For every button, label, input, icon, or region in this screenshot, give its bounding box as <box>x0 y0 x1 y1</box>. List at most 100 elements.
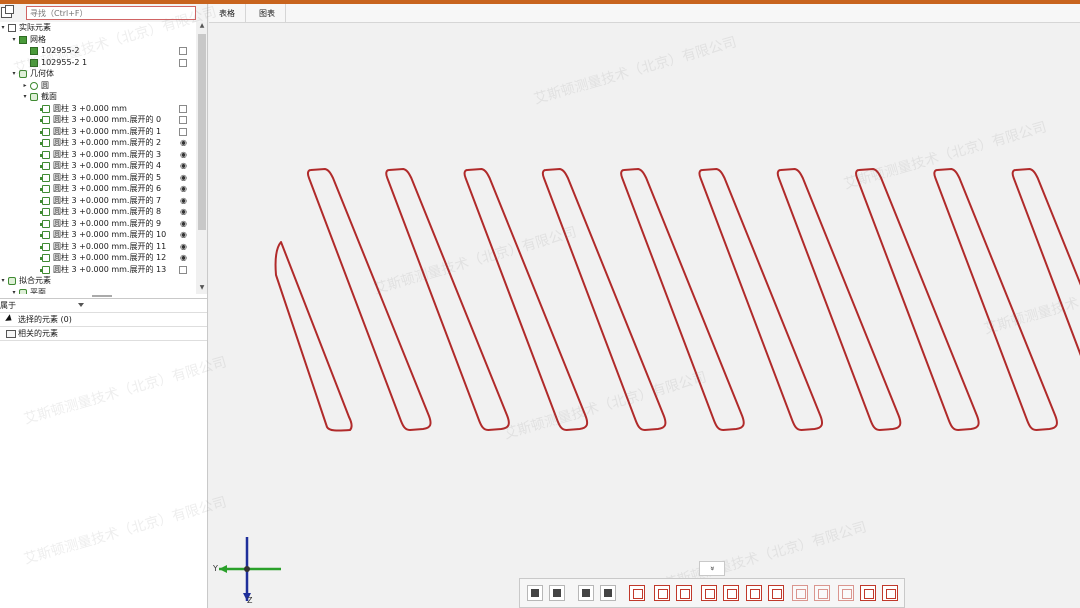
eye-icon[interactable]: ◉ <box>179 172 188 183</box>
fit-icon[interactable] <box>792 585 808 601</box>
tree-item[interactable]: 圆柱 3 +0.000 mm.展开的 12 ◉ <box>0 252 196 264</box>
splitter-handle[interactable] <box>92 295 112 297</box>
tree-item[interactable]: 圆柱 3 +0.000 mm.展开的 13 <box>0 264 196 276</box>
expand-arrow-icon[interactable]: ▾ <box>11 287 17 295</box>
visibility-checkbox[interactable] <box>179 58 187 67</box>
view-icon[interactable] <box>527 585 543 601</box>
tree-item[interactable]: 102955-2 1 <box>0 57 196 69</box>
tree-item[interactable]: 圆柱 3 +0.000 mm.展开的 8 ◉ <box>0 206 196 218</box>
tree-item[interactable]: 圆柱 3 +0.000 mm.展开的 1 <box>0 126 196 138</box>
tree-item-label: 平面 <box>30 287 46 295</box>
3d-viewport[interactable]: Y Z <box>209 23 1080 608</box>
expand-arrow-icon[interactable]: ▾ <box>0 22 6 34</box>
tree-item-label: 圆柱 3 +0.000 mm.展开的 5 <box>53 172 162 182</box>
tree-item[interactable]: 102955-2 <box>0 45 196 57</box>
tree-item[interactable]: ▾ 网格 <box>0 34 196 46</box>
expand-toolbar-button[interactable]: » <box>699 561 725 576</box>
eye-icon[interactable]: ◉ <box>179 229 188 240</box>
section-strip <box>620 168 745 431</box>
view-toolbar <box>519 578 905 608</box>
visibility-checkbox[interactable] <box>179 104 187 113</box>
tree-item-label: 网格 <box>30 34 46 44</box>
expand-arrow-icon[interactable]: ▾ <box>11 68 17 80</box>
geo-icon <box>19 288 27 294</box>
search-input[interactable] <box>26 6 196 20</box>
tab-chart[interactable]: 图表 <box>249 4 286 23</box>
tree-item[interactable]: ▾ 几何体 <box>0 68 196 80</box>
settings-icon[interactable] <box>882 585 898 601</box>
expand-arrow-icon[interactable]: ▾ <box>22 91 28 103</box>
related-icon <box>6 330 16 338</box>
tree-item-label: 圆柱 3 +0.000 mm.展开的 2 <box>53 138 162 147</box>
eye-icon[interactable]: ◉ <box>179 137 188 148</box>
collapse-arrow-icon[interactable]: ▸ <box>22 80 28 92</box>
eye-icon[interactable]: ◉ <box>179 160 188 171</box>
tree-item[interactable]: 圆柱 3 +0.000 mm.展开的 2 ◉ <box>0 137 196 149</box>
scroll-up-icon[interactable]: ▲ <box>196 22 207 32</box>
section-strip <box>933 168 1058 431</box>
eye-icon[interactable]: ◉ <box>179 149 188 160</box>
tab-table[interactable]: 表格 <box>209 4 246 23</box>
cyl-icon <box>40 208 50 216</box>
cursor-icon <box>5 314 14 324</box>
tree-item[interactable]: 圆柱 3 +0.000 mm.展开的 6 ◉ <box>0 183 196 195</box>
selected-elements-row[interactable]: 选择的元素 (0) <box>0 313 207 327</box>
tree-item[interactable]: 圆柱 3 +0.000 mm.展开的 4 ◉ <box>0 160 196 172</box>
visibility-checkbox[interactable] <box>179 265 187 274</box>
section-strip <box>776 168 902 431</box>
tree-item-label: 圆柱 3 +0.000 mm.展开的 4 <box>53 161 162 170</box>
tree-item[interactable]: ▸ 圆 <box>0 80 196 92</box>
tree-item-label: 几何体 <box>30 69 54 78</box>
tree-item[interactable]: ▾ 实际元素 <box>0 22 196 34</box>
visibility-checkbox[interactable] <box>179 127 187 136</box>
compare-icon[interactable] <box>600 585 616 601</box>
related-elements-row[interactable]: 相关的元素 <box>0 327 207 341</box>
tree-scrollbar[interactable]: ▲ ▼ <box>196 22 207 294</box>
window-icon[interactable] <box>1 5 14 18</box>
tree-item[interactable]: 圆柱 3 +0.000 mm.展开的 5 ◉ <box>0 172 196 184</box>
tree-item[interactable]: ▾ 拟合元素 <box>0 275 196 287</box>
select-icon[interactable] <box>578 585 594 601</box>
eye-icon[interactable]: ◉ <box>179 206 188 217</box>
tree-item[interactable]: 圆柱 3 +0.000 mm.展开的 7 ◉ <box>0 195 196 207</box>
zoom-icon[interactable] <box>814 585 830 601</box>
tree-item[interactable]: 圆柱 3 +0.000 mm.展开的 3 ◉ <box>0 149 196 161</box>
tree-item[interactable]: 圆柱 3 +0.000 mm <box>0 103 196 115</box>
gauge-icon[interactable] <box>654 585 670 601</box>
point-icon[interactable] <box>629 585 645 601</box>
related-elements-label: 相关的元素 <box>18 329 58 338</box>
link-icon[interactable] <box>768 585 784 601</box>
tree-item[interactable]: 圆柱 3 +0.000 mm.展开的 10 ◉ <box>0 229 196 241</box>
angle-icon[interactable] <box>746 585 762 601</box>
visibility-checkbox[interactable] <box>179 116 187 124</box>
align-icon[interactable] <box>676 585 692 601</box>
eye-icon[interactable]: ◉ <box>179 241 188 252</box>
tree-item[interactable]: 圆柱 3 +0.000 mm.展开的 0 <box>0 114 196 126</box>
cyl-icon <box>40 116 50 124</box>
tree-item-label: 圆柱 3 +0.000 mm.展开的 12 <box>53 253 167 262</box>
tree-item[interactable]: ▾ 截面 <box>0 91 196 103</box>
scroll-thumb[interactable] <box>198 34 206 230</box>
visibility-checkbox[interactable] <box>179 47 187 55</box>
frame-icon[interactable] <box>701 585 717 601</box>
scroll-down-icon[interactable]: ▼ <box>196 284 207 294</box>
tree-item[interactable]: 圆柱 3 +0.000 mm.展开的 9 ◉ <box>0 218 196 230</box>
properties-panel: 属于 选择的元素 (0) 相关的元素 <box>0 298 207 608</box>
section-icon[interactable] <box>549 585 565 601</box>
tree-item[interactable]: ▾ 平面 <box>0 287 196 295</box>
expand-arrow-icon[interactable]: ▾ <box>11 34 17 46</box>
eye-icon[interactable]: ◉ <box>179 252 188 263</box>
tab-bar: 表格 图表 <box>209 4 1080 23</box>
y-axis-label: Y <box>212 564 218 573</box>
snapshot-icon[interactable] <box>860 585 876 601</box>
eye-icon[interactable]: ◉ <box>179 218 188 229</box>
tree-item[interactable]: 圆柱 3 +0.000 mm.展开的 11 ◉ <box>0 241 196 253</box>
belongs-dropdown[interactable]: 属于 <box>0 299 207 313</box>
expand-arrow-icon[interactable]: ▾ <box>0 275 6 287</box>
eye-icon[interactable]: ◉ <box>179 183 188 194</box>
report-icon[interactable] <box>838 585 854 601</box>
origin-point <box>244 566 250 572</box>
belongs-label: 属于 <box>0 301 16 310</box>
deviation-icon[interactable] <box>723 585 739 601</box>
eye-icon[interactable]: ◉ <box>179 195 188 206</box>
